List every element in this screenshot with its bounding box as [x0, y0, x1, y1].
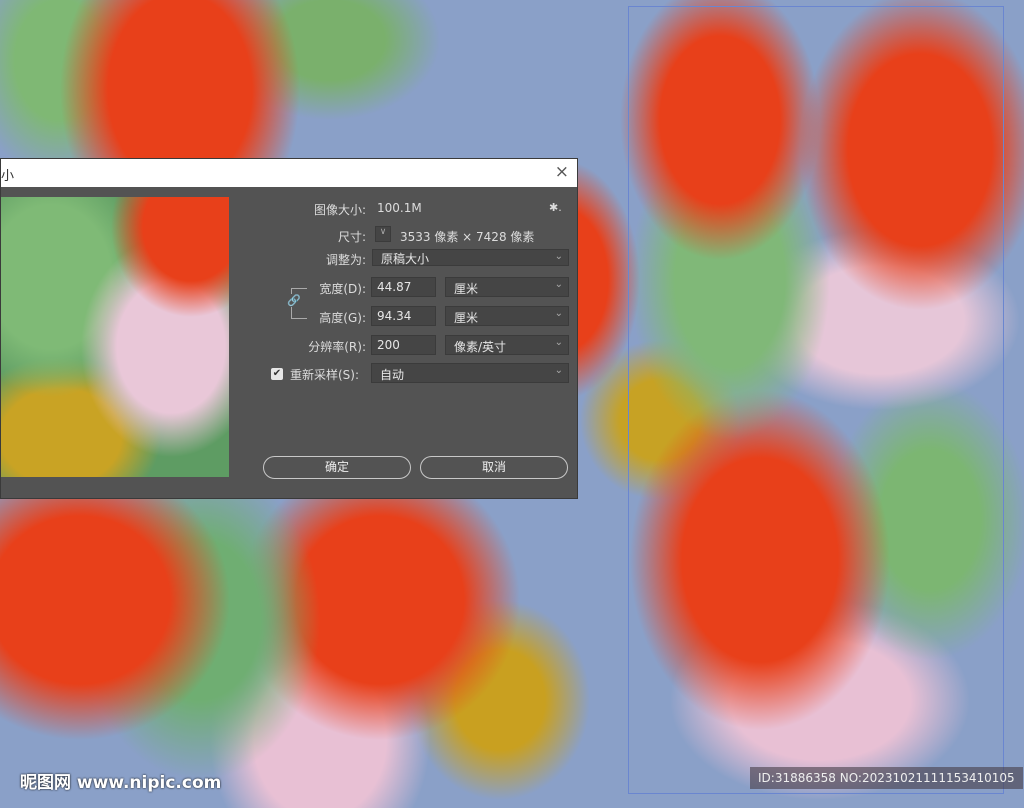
dimensions-label: 尺寸:	[337, 230, 366, 244]
dimensions-value: 3533 像素 × 7428 像素	[400, 230, 535, 244]
resample-checkbox[interactable]: ✔	[271, 368, 283, 380]
gear-icon[interactable]: ✱.	[549, 201, 562, 214]
height-input[interactable]: 94.34	[371, 306, 436, 326]
height-unit-select[interactable]: 厘米 ⌄	[445, 306, 569, 326]
resolution-unit-value: 像素/英寸	[454, 340, 507, 354]
fit-to-value: 原稿大小	[381, 252, 430, 266]
dialog-title: 小	[1, 169, 15, 184]
width-input[interactable]: 44.87	[371, 277, 436, 297]
dialog-titlebar[interactable]: 小 ×	[1, 159, 577, 187]
watermark-logo: 昵图网 www.nipic.com	[20, 773, 222, 793]
close-icon[interactable]: ×	[555, 162, 569, 182]
height-label: 高度(G):	[319, 311, 366, 325]
chevron-down-icon: ⌄	[554, 365, 563, 376]
chevron-down-icon: ⌄	[554, 337, 563, 348]
resolution-unit-select[interactable]: 像素/英寸 ⌄	[445, 335, 569, 355]
resolution-label: 分辨率(R):	[308, 340, 366, 354]
width-unit-value: 厘米	[454, 282, 479, 296]
image-preview[interactable]	[1, 197, 229, 477]
cancel-button[interactable]: 取消	[420, 456, 568, 479]
image-size-label: 图像大小:	[313, 203, 366, 217]
ok-button[interactable]: 确定	[263, 456, 411, 479]
resolution-input[interactable]: 200	[371, 335, 436, 355]
image-size-dialog: 小 × 图像大小: 100.1M ✱. 尺寸: ∨ 3533 像素 × 7428…	[0, 158, 578, 499]
fit-to-select[interactable]: 原稿大小 ⌄	[372, 249, 569, 266]
document-canvas-border	[628, 6, 1004, 794]
resample-select[interactable]: 自动 ⌄	[371, 363, 569, 383]
resample-label: 重新采样(S):	[290, 368, 360, 382]
constrain-link-icon[interactable]: 🔗	[287, 294, 301, 307]
fit-to-label: 调整为:	[325, 253, 366, 267]
height-unit-value: 厘米	[454, 311, 479, 325]
dimensions-unit-dropdown[interactable]: ∨	[375, 226, 391, 242]
width-unit-select[interactable]: 厘米 ⌄	[445, 277, 569, 297]
resample-value: 自动	[380, 368, 405, 382]
chevron-down-icon: ⌄	[554, 279, 563, 290]
chevron-down-icon: ⌄	[554, 251, 563, 262]
image-size-value: 100.1M	[377, 201, 422, 215]
watermark-id: ID:31886358 NO:20231021111153410105	[750, 767, 1023, 789]
chevron-down-icon: ⌄	[554, 308, 563, 319]
width-label: 宽度(D):	[319, 282, 366, 296]
